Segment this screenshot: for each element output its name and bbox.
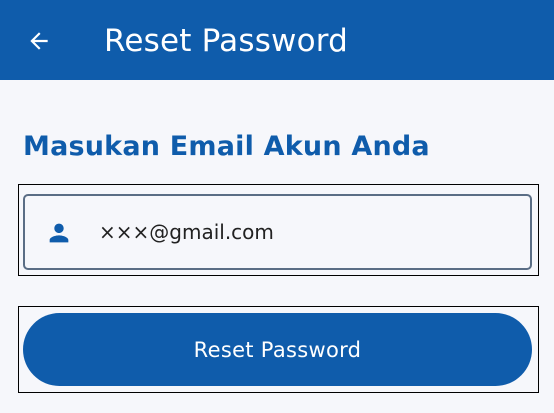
page-title: Reset Password — [104, 23, 349, 59]
app-bar: Reset Password — [0, 0, 554, 80]
reset-password-button[interactable]: Reset Password — [23, 313, 532, 386]
form-heading: Masukan Email Akun Anda — [23, 131, 430, 162]
email-input[interactable]: ×××@gmail.com — [99, 217, 499, 247]
arrow-left-icon — [30, 32, 48, 50]
back-button[interactable] — [22, 24, 56, 58]
email-field[interactable]: ×××@gmail.com — [23, 194, 532, 270]
person-icon — [49, 223, 69, 243]
